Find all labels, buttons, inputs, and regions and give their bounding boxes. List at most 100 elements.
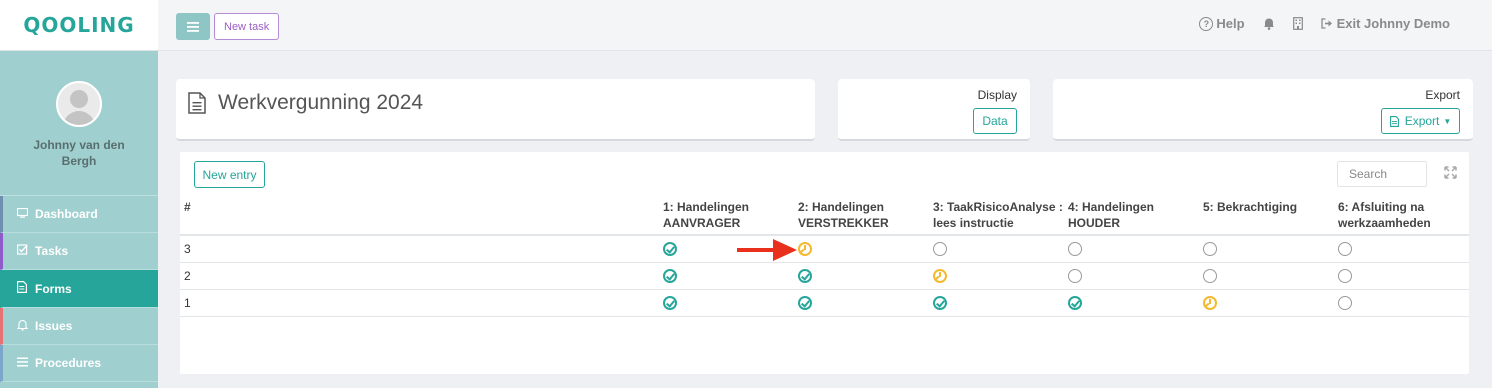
- bell-icon: [1263, 18, 1274, 30]
- caret-down-icon: ▼: [1443, 116, 1452, 126]
- expand-icon[interactable]: [1444, 166, 1457, 182]
- sidebar: QOOLING Johnny van den Bergh Dashboard T…: [0, 0, 158, 388]
- check-circle-icon[interactable]: [933, 295, 947, 310]
- step-cell[interactable]: [1203, 262, 1338, 290]
- export-panel: Export Export ▼: [1053, 79, 1473, 141]
- check-circle-icon[interactable]: [798, 295, 812, 310]
- exit-label: Exit Johnny Demo: [1336, 16, 1450, 31]
- monitor-icon: [16, 207, 31, 221]
- table-row[interactable]: 2: [180, 262, 1469, 290]
- step-cell[interactable]: [1338, 289, 1469, 317]
- column-header[interactable]: 6: Afsluiting na werkzaamheden: [1338, 198, 1469, 236]
- empty-circle-icon[interactable]: [933, 242, 947, 257]
- annotation-arrow: [737, 239, 797, 261]
- logo[interactable]: QOOLING: [0, 0, 158, 51]
- check-circle-icon[interactable]: [1068, 295, 1082, 310]
- empty-circle-icon[interactable]: [1338, 295, 1352, 310]
- user-profile: Johnny van den Bergh: [0, 51, 158, 196]
- column-header[interactable]: 1: Handelingen AANVRAGER: [663, 198, 798, 236]
- hamburger-icon: [187, 21, 199, 32]
- empty-circle-icon[interactable]: [1068, 268, 1082, 283]
- column-header[interactable]: 4: Handelingen HOUDER: [1068, 198, 1203, 236]
- step-cell[interactable]: [933, 262, 1068, 290]
- help-label: Help: [1216, 16, 1245, 31]
- sidebar-item-label: Dashboard: [35, 207, 98, 221]
- row-number: 1: [180, 289, 663, 317]
- display-panel: Display Data: [838, 79, 1030, 141]
- avatar[interactable]: [56, 81, 102, 127]
- step-cell[interactable]: [663, 289, 798, 317]
- table-header-row: # 1: Handelingen AANVRAGER 2: Handelinge…: [180, 198, 1469, 236]
- column-header[interactable]: #: [180, 198, 663, 236]
- exit-demo-link[interactable]: Exit Johnny Demo: [1320, 16, 1450, 31]
- data-button[interactable]: Data: [973, 108, 1017, 134]
- help-icon: ?: [1199, 16, 1214, 31]
- step-cell[interactable]: [1068, 235, 1203, 263]
- logo-text: QOOLING: [23, 13, 135, 37]
- sidebar-item-label: Procedures: [35, 356, 102, 370]
- sidebar-item-label: Tasks: [35, 244, 69, 258]
- check-circle-icon[interactable]: [663, 268, 677, 283]
- building-icon: [1292, 17, 1303, 30]
- form-title-panel: Werkvergunning 2024: [176, 79, 815, 141]
- step-cell[interactable]: [1338, 235, 1469, 263]
- sidebar-item-label: Issues: [35, 319, 73, 333]
- entries-panel: New entry Search # 1: Handelingen AANVRA…: [180, 152, 1469, 374]
- step-cell[interactable]: [798, 262, 933, 290]
- top-bar: New task ? Help Exit Johnny Demo: [158, 0, 1492, 51]
- building-button[interactable]: [1292, 17, 1303, 30]
- check-circle-icon[interactable]: [798, 268, 812, 283]
- step-cell[interactable]: [1338, 262, 1469, 290]
- check-circle-icon[interactable]: [663, 295, 677, 310]
- clock-icon[interactable]: [933, 268, 947, 283]
- sidebar-item-procedures[interactable]: Procedures: [0, 345, 158, 382]
- table-row[interactable]: 1: [180, 289, 1469, 317]
- check-circle-icon[interactable]: [663, 242, 677, 257]
- top-right-links: ? Help Exit Johnny Demo: [1181, 16, 1450, 31]
- empty-circle-icon[interactable]: [1203, 242, 1217, 257]
- page-title: Werkvergunning 2024: [218, 91, 424, 114]
- export-dropdown-button[interactable]: Export ▼: [1381, 108, 1460, 134]
- step-cell[interactable]: [798, 235, 933, 263]
- new-entry-button[interactable]: New entry: [194, 161, 265, 188]
- step-cell[interactable]: [933, 289, 1068, 317]
- column-header[interactable]: 3: TaakRisicoAnalyse : lees instructie: [933, 198, 1068, 236]
- export-label: Export: [1425, 88, 1460, 102]
- row-number: 2: [180, 262, 663, 290]
- sign-out-icon: [1320, 18, 1332, 29]
- empty-circle-icon[interactable]: [1338, 268, 1352, 283]
- step-cell[interactable]: [1203, 289, 1338, 317]
- document-icon: [1389, 115, 1399, 127]
- sidebar-item-issues[interactable]: Issues: [0, 308, 158, 345]
- checkbox-icon: [17, 244, 31, 258]
- sidebar-item-tasks[interactable]: Tasks: [0, 233, 158, 270]
- document-icon: [17, 281, 31, 296]
- notifications-button[interactable]: [1263, 17, 1275, 30]
- bell-icon: [16, 319, 31, 334]
- empty-circle-icon[interactable]: [1068, 242, 1082, 257]
- export-button-label: Export: [1404, 114, 1440, 128]
- menu-toggle-button[interactable]: [176, 13, 210, 40]
- step-cell[interactable]: [933, 235, 1068, 263]
- help-link[interactable]: ? Help: [1199, 16, 1245, 31]
- entries-table: # 1: Handelingen AANVRAGER 2: Handelinge…: [180, 198, 1469, 317]
- clock-icon[interactable]: [798, 242, 812, 257]
- step-cell[interactable]: [798, 289, 933, 317]
- sidebar-item-label: Forms: [35, 281, 72, 296]
- step-cell[interactable]: [663, 262, 798, 290]
- user-name: Johnny van den Bergh: [33, 138, 125, 168]
- sidebar-item-dashboard[interactable]: Dashboard: [0, 196, 158, 233]
- empty-circle-icon[interactable]: [1203, 268, 1217, 283]
- column-header[interactable]: 2: Handelingen VERSTREKKER: [798, 198, 933, 236]
- empty-circle-icon[interactable]: [1338, 242, 1352, 257]
- table-row[interactable]: 3: [180, 235, 1469, 263]
- step-cell[interactable]: [1068, 289, 1203, 317]
- sidebar-item-forms[interactable]: Forms: [0, 270, 158, 308]
- new-task-button[interactable]: New task: [214, 13, 280, 40]
- search-input[interactable]: Search: [1337, 161, 1427, 187]
- step-cell[interactable]: [1068, 262, 1203, 290]
- row-number: 3: [180, 235, 663, 263]
- column-header[interactable]: 5: Bekrachtiging: [1203, 198, 1338, 236]
- step-cell[interactable]: [1203, 235, 1338, 263]
- clock-icon[interactable]: [1203, 295, 1217, 310]
